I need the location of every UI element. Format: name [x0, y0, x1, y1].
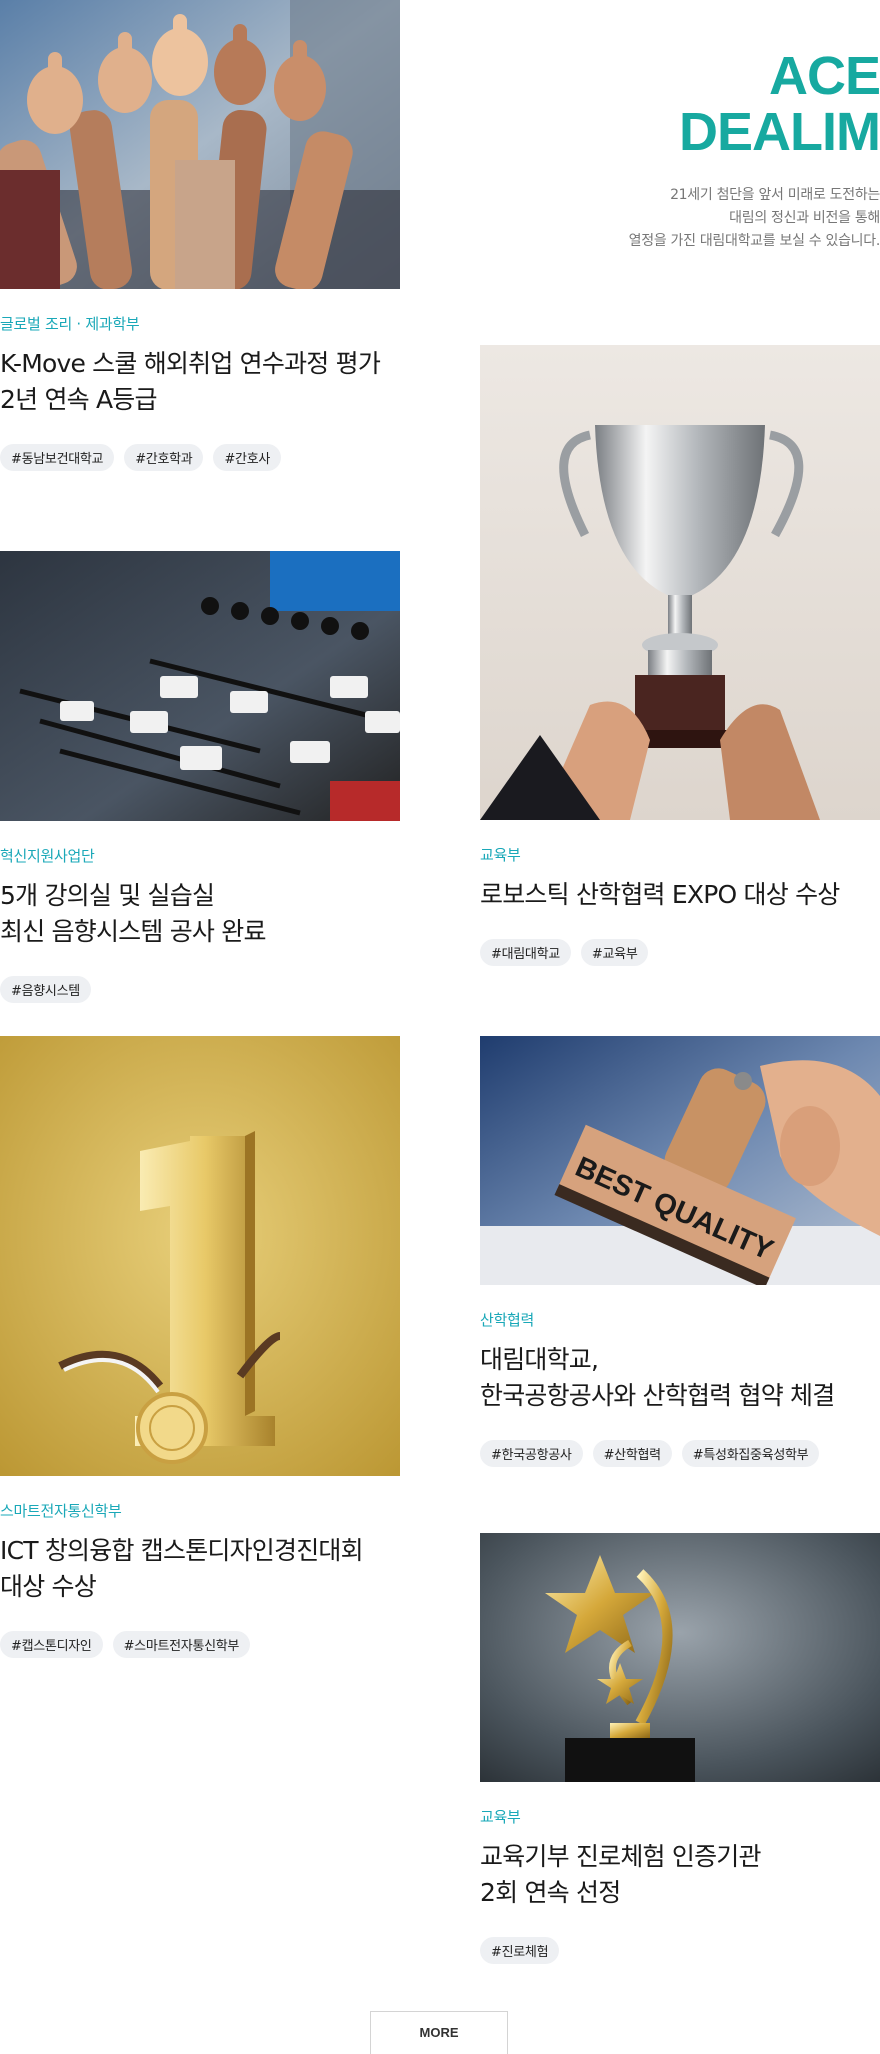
best-quality-stamp-image[interactable]: BEST QUALITY [480, 1036, 880, 1285]
card-title-line-2: 2년 연속 A등급 [0, 385, 158, 414]
card-title-line-1: K-Move 스쿨 해외취업 연수과정 평가 [0, 349, 381, 378]
tag-list: #진로체험 [480, 1937, 880, 1964]
card-title[interactable]: 교육기부 진로체험 인증기관 2회 연속 선정 [480, 1839, 880, 1911]
tag[interactable]: #대림대학교 [480, 939, 571, 966]
intro-description: 21세기 첨단을 앞서 미래로 도전하는 대림의 정신과 비전을 통해 열정을 … [629, 184, 880, 253]
card-title-line-1: 5개 강의실 및 실습실 [0, 881, 215, 910]
card-category: 혁신지원사업단 [0, 847, 95, 865]
news-card-5[interactable]: 스마트전자통신학부 ICT 창의융합 캡스톤디자인경진대회 대상 수상 #캡스톤… [0, 1036, 400, 1658]
trophy-image[interactable] [480, 345, 880, 820]
card-title-line-1: ICT 창의융합 캡스톤디자인경진대회 [0, 1536, 364, 1565]
news-card-2[interactable]: 교육부 로보스틱 산학협력 EXPO 대상 수상 #대림대학교 #교육부 [480, 345, 880, 966]
tag[interactable]: #스마트전자통신학부 [112, 1631, 251, 1658]
tag[interactable]: #간호사 [213, 444, 282, 471]
tag[interactable]: #음향시스템 [0, 976, 91, 1003]
card-title-line-1: 로보스틱 산학협력 EXPO 대상 수상 [480, 880, 840, 909]
card-category: 글로벌 조리 · 제과학부 [0, 315, 140, 333]
tag[interactable]: #한국공항공사 [480, 1440, 583, 1467]
card-title-line-2: 최신 음향시스템 공사 완료 [0, 917, 266, 946]
card-title[interactable]: 5개 강의실 및 실습실 최신 음향시스템 공사 완료 [0, 878, 400, 950]
more-button[interactable]: MORE [370, 2011, 508, 2054]
tag[interactable]: #교육부 [580, 939, 649, 966]
tag[interactable]: #산학협력 [592, 1440, 672, 1467]
audio-mixer-image[interactable] [0, 551, 400, 821]
brand-heading-line-2: DEALIM [679, 102, 880, 162]
news-card-3[interactable]: 혁신지원사업단 5개 강의실 및 실습실 최신 음향시스템 공사 완료 #음향시… [0, 551, 400, 1003]
brand-heading-line-1: ACE [768, 46, 880, 106]
card-title-line-2: 한국공항공사와 산학협력 협약 체결 [480, 1381, 835, 1410]
tag-list: #한국공항공사 #산학협력 #특성화집중육성학부 [480, 1440, 880, 1467]
card-category: 교육부 [480, 846, 521, 864]
news-card-1[interactable]: 글로벌 조리 · 제과학부 K-Move 스쿨 해외취업 연수과정 평가 2년 … [0, 0, 400, 471]
news-card-6[interactable]: 교육부 교육기부 진로체험 인증기관 2회 연속 선정 #진로체험 [480, 1533, 880, 1964]
card-title[interactable]: ICT 창의융합 캡스톤디자인경진대회 대상 수상 [0, 1533, 400, 1605]
tag[interactable]: #동남보건대학교 [0, 444, 115, 471]
news-card-4[interactable]: BEST QUALITY 산학협력 대림대학교, 한국공항공사와 산학협력 협약… [480, 1036, 880, 1467]
tag-list: #동남보건대학교 #간호학과 #간호사 [0, 444, 400, 471]
tag[interactable]: #진로체험 [480, 1937, 560, 1964]
tag-list: #대림대학교 #교육부 [480, 939, 880, 966]
star-trophy-image[interactable] [480, 1533, 880, 1782]
card-title[interactable]: 로보스틱 산학협력 EXPO 대상 수상 [480, 877, 880, 913]
card-title-line-1: 교육기부 진로체험 인증기관 [480, 1842, 762, 1871]
card-category: 스마트전자통신학부 [0, 1502, 122, 1520]
card-title-line-2: 2회 연속 선정 [480, 1878, 621, 1907]
tag[interactable]: #캡스톤디자인 [0, 1631, 103, 1658]
card-category: 교육부 [480, 1808, 521, 1826]
thumbs-up-image[interactable] [0, 0, 400, 289]
card-title-line-1: 대림대학교, [480, 1345, 599, 1374]
tag-list: #캡스톤디자인 #스마트전자통신학부 [0, 1631, 400, 1658]
intro-description-line-3: 열정을 가진 대림대학교를 보실 수 있습니다. [628, 233, 880, 249]
tag[interactable]: #간호학과 [124, 444, 204, 471]
card-category: 산학협력 [480, 1311, 535, 1329]
brand-heading: ACE DEALIM [679, 48, 880, 160]
intro-description-line-2: 대림의 정신과 비전을 통해 [729, 210, 880, 226]
tag-list: #음향시스템 [0, 976, 400, 1003]
number-one-medal-image[interactable] [0, 1036, 400, 1476]
intro-description-line-1: 21세기 첨단을 앞서 미래로 도전하는 [670, 187, 880, 203]
card-title[interactable]: 대림대학교, 한국공항공사와 산학협력 협약 체결 [480, 1342, 880, 1414]
tag[interactable]: #특성화집중육성학부 [681, 1440, 820, 1467]
card-title-line-2: 대상 수상 [0, 1572, 97, 1601]
intro-block: ACE DEALIM 21세기 첨단을 앞서 미래로 도전하는 대림의 정신과 … [480, 0, 880, 300]
card-title[interactable]: K-Move 스쿨 해외취업 연수과정 평가 2년 연속 A등급 [0, 346, 400, 418]
